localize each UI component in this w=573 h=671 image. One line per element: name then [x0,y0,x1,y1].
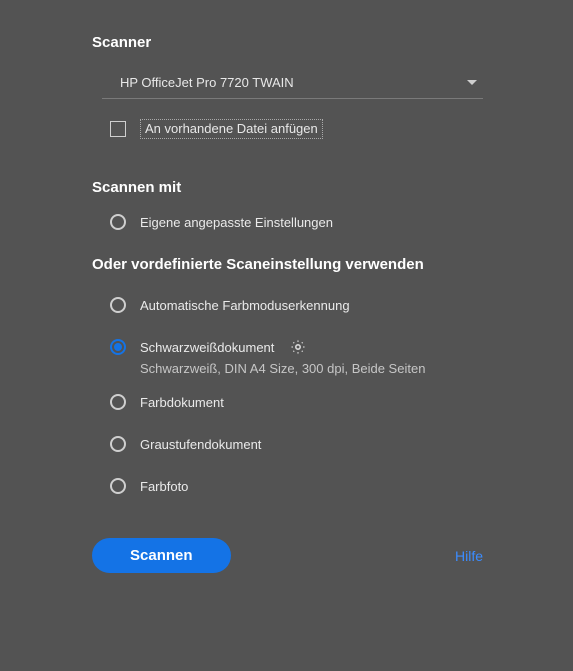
radio-icon [110,339,126,355]
preset-grayscale-document[interactable]: Graustufendokument [110,436,483,452]
preset-label: Schwarzweißdokument [140,340,274,355]
scanner-dropdown[interactable]: HP OfficeJet Pro 7720 TWAIN [102,69,483,99]
scan-button[interactable]: Scannen [92,538,231,573]
preset-label: Automatische Farbmoduserkennung [140,298,350,313]
chevron-down-icon [467,80,477,86]
append-to-file-checkbox[interactable] [110,121,126,137]
radio-icon [110,478,126,494]
preset-auto-color[interactable]: Automatische Farbmoduserkennung [110,297,483,313]
preset-bw-document[interactable]: Schwarzweißdokument [110,339,483,355]
scan-with-heading: Scannen mit [92,179,483,196]
gear-icon[interactable] [290,339,306,355]
preset-label: Farbfoto [140,479,188,494]
radio-icon [110,297,126,313]
radio-icon [110,214,126,230]
radio-icon [110,436,126,452]
preset-label: Farbdokument [140,395,224,410]
presets-heading: Oder vordefinierte Scaneinstellung verwe… [92,256,483,273]
preset-color-photo[interactable]: Farbfoto [110,478,483,494]
preset-details: Schwarzweiß, DIN A4 Size, 300 dpi, Beide… [140,361,483,376]
help-link[interactable]: Hilfe [455,548,483,564]
radio-icon [110,394,126,410]
scanner-selected-value: HP OfficeJet Pro 7720 TWAIN [120,75,294,90]
preset-label: Graustufendokument [140,437,261,452]
scanner-heading: Scanner [92,34,483,51]
append-to-file-label: An vorhandene Datei anfügen [140,119,323,139]
custom-settings-label: Eigene angepasste Einstellungen [140,215,333,230]
custom-settings-option[interactable]: Eigene angepasste Einstellungen [110,214,483,230]
preset-color-document[interactable]: Farbdokument [110,394,483,410]
